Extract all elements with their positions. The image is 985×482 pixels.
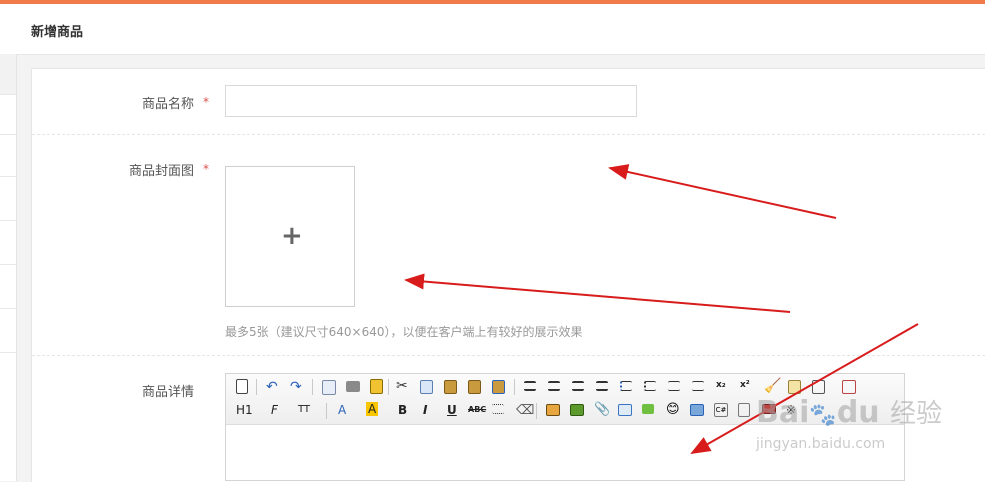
baidu-watermark-logo: Bai🐾du 经验 (756, 393, 942, 430)
left-nav-separator (0, 352, 16, 353)
page-title: 新增商品 (31, 25, 84, 40)
multi-image-icon[interactable] (570, 404, 584, 416)
strikethrough-button[interactable]: ABC (468, 405, 486, 414)
left-nav-separator (0, 176, 16, 177)
outdent-icon[interactable] (692, 381, 704, 391)
product-detail-label: 商品详情 (141, 385, 194, 400)
bold-button[interactable]: B (398, 403, 407, 417)
left-nav-separator (0, 94, 16, 95)
page-break-icon[interactable] (738, 403, 750, 417)
font-size-button[interactable]: TT (298, 404, 310, 415)
fullscreen-icon[interactable] (842, 380, 856, 394)
insert-row-icon[interactable] (642, 404, 654, 414)
heading-button[interactable]: H1 (236, 403, 253, 417)
left-nav-active-band (0, 54, 16, 94)
emoji-icon[interactable]: 😊 (666, 402, 682, 418)
left-nav-strip (0, 4, 17, 481)
watermark-url: jingyan.baidu.com (756, 436, 886, 452)
cover-upload-button[interactable]: + (225, 166, 355, 307)
left-nav-separator (0, 134, 16, 135)
toolbar-separator (514, 379, 515, 395)
row-divider (32, 355, 985, 356)
format-painter-icon[interactable] (788, 380, 801, 394)
align-justify-icon[interactable] (596, 381, 608, 391)
preview-icon[interactable] (322, 380, 336, 395)
insert-frame-icon[interactable] (690, 404, 704, 416)
watermark-brand-b: du (836, 395, 880, 430)
product-name-input[interactable] (225, 85, 637, 117)
paw-icon: 🐾 (809, 403, 837, 428)
required-mark: * (203, 162, 209, 176)
paste-text-icon[interactable] (468, 380, 481, 394)
upload-hint: 最多5张（建议尺寸640×640），以便在客户端上有较好的展示效果 (225, 325, 583, 339)
copy-icon[interactable] (420, 380, 433, 394)
horizontal-rule-icon[interactable] (492, 404, 504, 414)
insert-image-icon[interactable] (546, 404, 560, 416)
underline-button[interactable]: U (447, 403, 457, 417)
source-icon[interactable] (236, 379, 248, 394)
paste-word-icon[interactable] (492, 380, 505, 394)
left-nav-separator (0, 308, 16, 309)
redo-icon[interactable]: ↷ (290, 379, 306, 395)
cut-icon[interactable]: ✂ (396, 378, 412, 394)
left-nav-separator (0, 220, 16, 221)
product-cover-label: 商品封面图 (128, 164, 194, 179)
product-name-label: 商品名称 (141, 97, 194, 112)
toolbar-separator (326, 403, 327, 419)
eraser-icon[interactable]: ⌫ (516, 403, 534, 419)
plus-icon: + (281, 221, 303, 251)
ordered-list-icon[interactable] (620, 381, 632, 391)
template-icon[interactable] (370, 379, 383, 394)
toolbar-separator (388, 379, 389, 395)
toolbar-separator (536, 403, 537, 419)
page-header: 新增商品 (16, 4, 985, 55)
subscript-button[interactable]: x₂ (716, 380, 726, 390)
undo-icon[interactable]: ↶ (266, 379, 282, 395)
superscript-button[interactable]: x² (740, 380, 750, 390)
table-icon[interactable] (618, 404, 632, 416)
watermark-brand-cn: 经验 (890, 399, 943, 429)
unordered-list-icon[interactable] (644, 381, 656, 391)
highlight-button[interactable]: A (366, 402, 379, 416)
font-family-button[interactable]: F (271, 403, 278, 417)
align-right-icon[interactable] (572, 381, 584, 391)
code-icon[interactable]: C# (714, 403, 728, 417)
italic-button[interactable]: I (423, 403, 427, 417)
toolbar-separator (312, 379, 313, 395)
row-divider (32, 134, 985, 135)
align-left-icon[interactable] (524, 381, 536, 391)
paste-icon[interactable] (444, 380, 457, 394)
attachment-icon[interactable]: 📎 (594, 402, 610, 418)
print-icon[interactable] (346, 381, 360, 392)
left-nav-separator (0, 264, 16, 265)
select-all-icon[interactable] (812, 380, 825, 394)
align-center-icon[interactable] (548, 381, 560, 391)
required-mark: * (203, 95, 209, 109)
indent-icon[interactable] (668, 381, 680, 391)
clear-format-icon[interactable]: 🧹 (764, 378, 781, 394)
watermark-brand-a: Bai (756, 395, 810, 430)
font-color-button[interactable]: A (338, 403, 346, 417)
toolbar-separator (256, 379, 257, 395)
